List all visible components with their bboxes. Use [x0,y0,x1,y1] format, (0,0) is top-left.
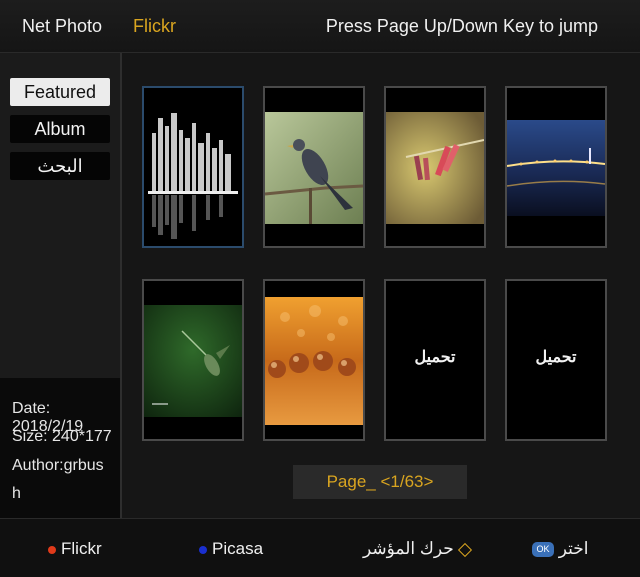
thumbnail-night-bridge[interactable] [505,86,607,248]
source-title: Flickr [133,16,176,36]
footer-picasa-label: Picasa [212,539,264,558]
header-bar: Net Photo Flickr Press Page Up/Down Key … [0,0,640,53]
blue-key-icon [199,545,207,554]
footer-picasa[interactable]: Picasa [199,539,263,559]
page-indicator: Page_ <1/63> [293,465,467,499]
loading-label: تحميل [414,349,456,366]
thumbnail-hummingbird[interactable] [142,279,244,441]
photo-info-panel: Date: 2018/2/19 Size: 240*177 Author:grb… [0,378,120,518]
thumbnail-loading-2[interactable]: تحميل [505,279,607,441]
bird-image [265,112,363,224]
thumbnail-city-skyline[interactable] [142,86,244,248]
navigation-arrows-icon [457,542,472,557]
footer-bar: Flickr Picasa حرك المؤشر OK اختر [0,518,640,577]
page-jump-hint: Press Page Up/Down Key to jump [325,16,598,36]
hummingbird-image [144,305,242,417]
loading-label: تحميل [535,349,577,366]
clothespins-image [386,112,484,224]
thumbnail-loading-1[interactable]: تحميل [384,279,486,441]
night-bridge-image [507,120,605,216]
city-skyline-image [144,88,242,246]
thumbnail-water-drops[interactable] [263,279,365,441]
thumbnail-clothespins[interactable] [384,86,486,248]
menu-featured[interactable]: Featured [10,78,110,106]
app-title: Net Photo [22,16,103,36]
thumbnail-bird[interactable] [263,86,365,248]
footer-select[interactable]: OK اختر [532,539,588,559]
menu-album[interactable]: Album [10,115,110,143]
water-drops-image [265,297,363,425]
footer-flickr[interactable]: Flickr [48,539,102,559]
footer-move-cursor: حرك المؤشر [363,539,472,559]
photo-author: Author:grbus [12,457,104,474]
footer-flickr-label: Flickr [61,539,102,558]
footer-select-label: اختر [558,539,589,558]
photo-author-cont: h [12,485,21,502]
red-key-icon [48,545,56,554]
footer-move-cursor-label: حرك المؤشر [363,539,454,558]
ok-key-icon: OK [532,542,554,558]
photo-size: Size: 240*177 [12,428,112,445]
thumbnail-grid: تحميل تحميل Page_ <1/63> [122,53,640,518]
menu-search[interactable]: البحث [10,152,110,180]
